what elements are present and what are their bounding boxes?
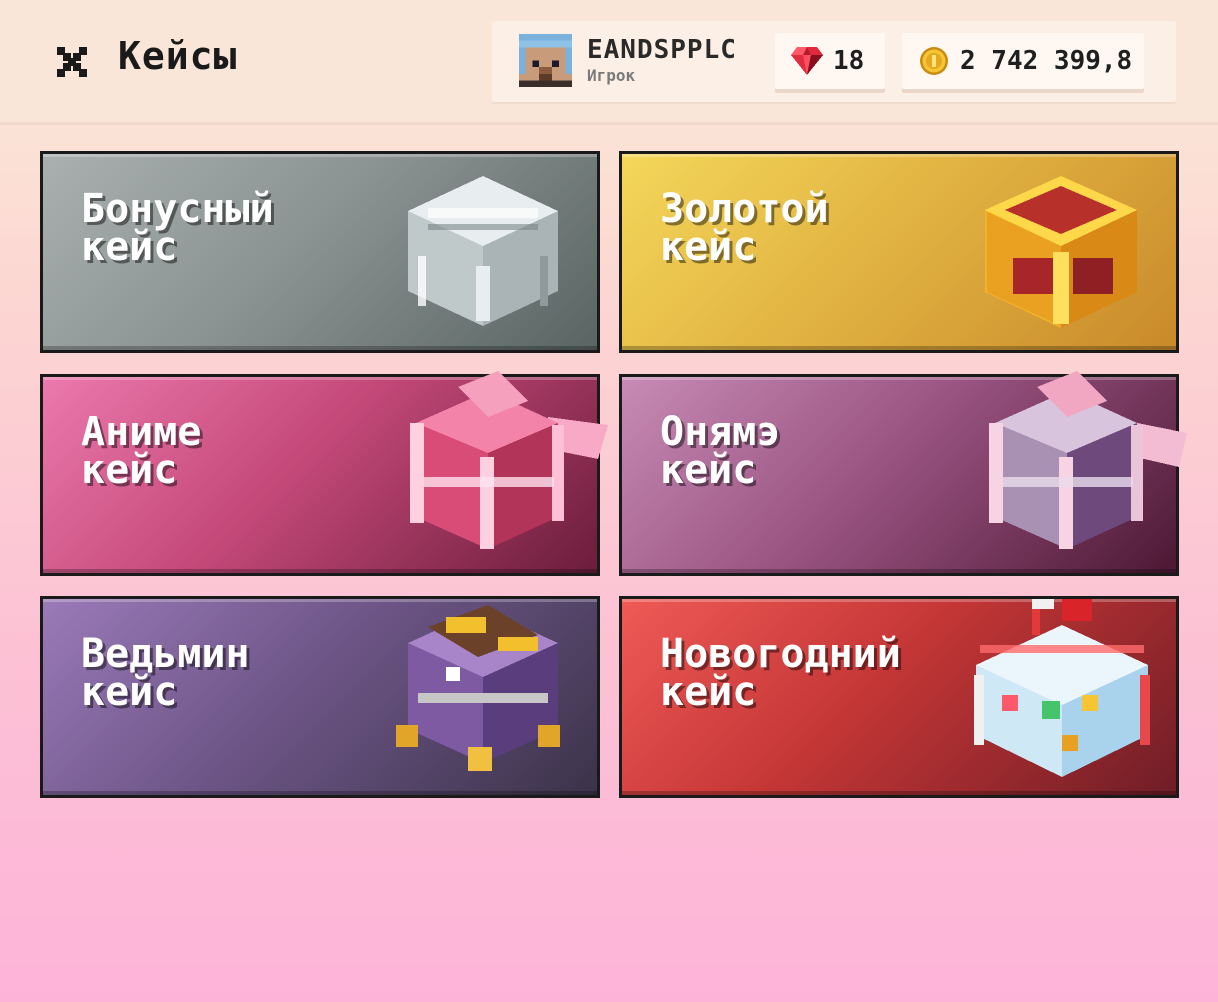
username: EANDSPPLC bbox=[587, 35, 737, 65]
case-title: Ведьмин кейс bbox=[81, 631, 250, 715]
avatar bbox=[519, 34, 572, 87]
gems-value: 18 bbox=[833, 46, 865, 76]
case-card-bonus[interactable]: Бонусный кейс bbox=[40, 151, 600, 353]
iron-chest-icon bbox=[408, 176, 558, 326]
case-card-anime[interactable]: Аниме кейс bbox=[40, 371, 608, 576]
case-card-onyame[interactable]: Онямэ кейс bbox=[619, 371, 1187, 576]
profile-panel[interactable]: EANDSPPLC Игрок 18 2 742 399,8 bbox=[492, 21, 1176, 102]
close-icon bbox=[57, 47, 87, 77]
gems-counter[interactable]: 18 bbox=[775, 33, 885, 89]
case-card-gold[interactable]: Золотой кейс bbox=[619, 151, 1179, 353]
ruby-gem-icon bbox=[791, 45, 823, 77]
case-title: Аниме кейс bbox=[81, 409, 202, 493]
case-card-new-year[interactable]: Новогодний кейс bbox=[619, 596, 1179, 798]
gold-coin-icon bbox=[918, 45, 950, 77]
pink-chest-icon bbox=[410, 371, 608, 549]
gold-chest-icon bbox=[985, 176, 1137, 328]
lilac-chest-icon bbox=[989, 371, 1187, 549]
coins-counter[interactable]: 2 742 399,8 bbox=[902, 33, 1144, 89]
case-card-witch[interactable]: Ведьмин кейс bbox=[40, 596, 600, 798]
top-bar: Кейсы EANDSPPLC Игрок 18 2 742 399,8 bbox=[0, 0, 1218, 125]
close-button[interactable] bbox=[52, 42, 92, 82]
case-title: Новогодний кейс bbox=[660, 631, 901, 715]
case-title: Золотой кейс bbox=[660, 186, 829, 270]
user-role: Игрок bbox=[587, 66, 636, 85]
case-title: Бонусный кейс bbox=[81, 186, 274, 270]
witch-chest-icon bbox=[396, 605, 560, 771]
christmas-chest-icon bbox=[974, 599, 1150, 777]
page-title: Кейсы bbox=[118, 34, 238, 78]
coins-value: 2 742 399,8 bbox=[960, 46, 1133, 76]
case-title: Онямэ кейс bbox=[660, 409, 781, 493]
